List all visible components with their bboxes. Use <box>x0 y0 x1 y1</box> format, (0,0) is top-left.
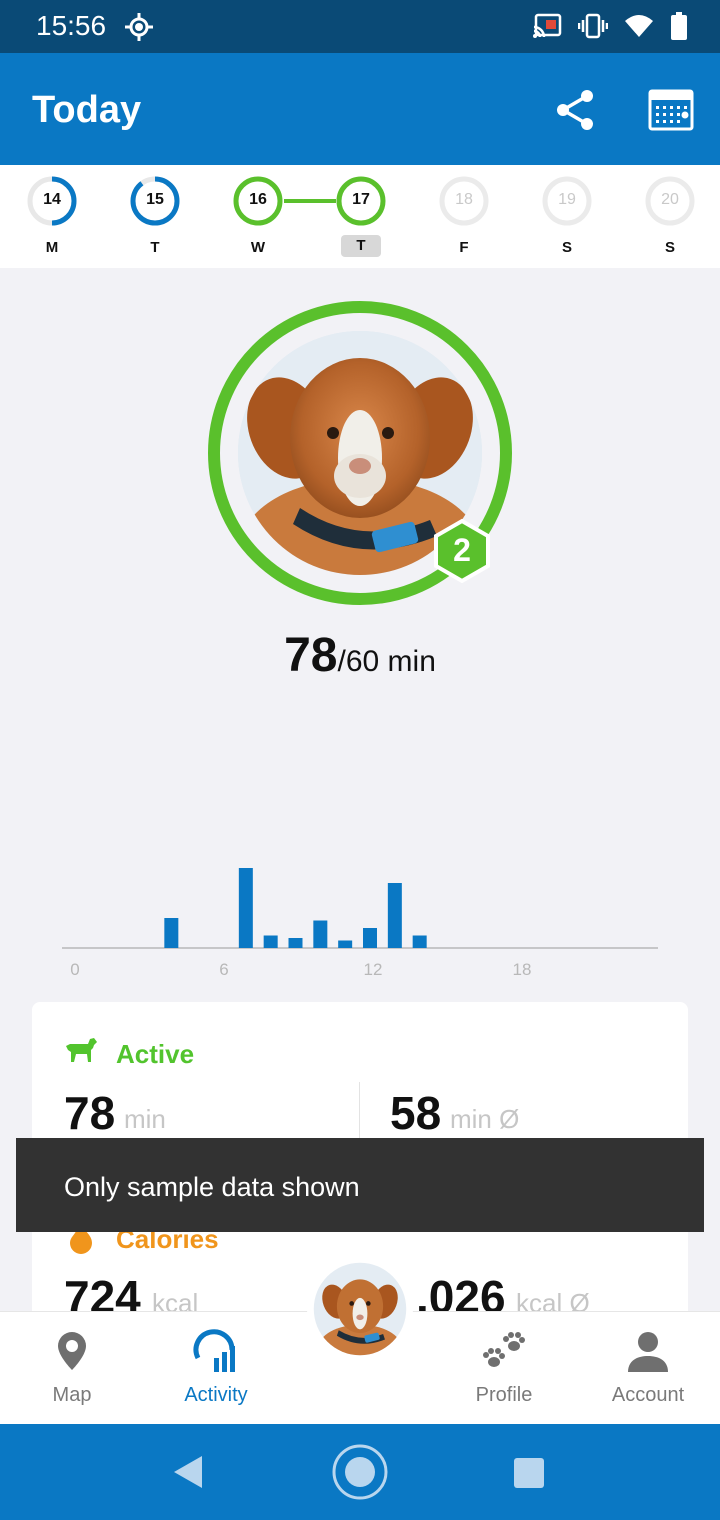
activity-bar <box>238 868 253 948</box>
person-icon <box>628 1332 668 1372</box>
day-number: 19 <box>558 191 576 208</box>
activity-bar <box>338 940 353 948</box>
day-18[interactable]: 18 F <box>434 173 494 265</box>
activity-bar <box>263 935 278 948</box>
day-number: 16 <box>249 191 267 208</box>
goal-progress-ring: 2 <box>208 301 512 605</box>
activity-bar <box>313 920 328 948</box>
activity-bar <box>363 928 377 948</box>
calendar-icon[interactable] <box>648 87 694 133</box>
day-19[interactable]: 19 S <box>537 173 597 265</box>
goal-target: /60 min <box>337 645 436 678</box>
day-20[interactable]: 20 S <box>640 173 700 265</box>
battery-icon <box>671 12 687 40</box>
app-bar: Today <box>0 53 720 165</box>
day-of-week: S <box>664 239 675 256</box>
x-tick-label: 6 <box>219 960 228 979</box>
dog-walking-icon <box>66 1038 97 1062</box>
day-of-week: T <box>150 239 160 256</box>
home-icon[interactable] <box>330 1442 390 1502</box>
dog-avatar-button[interactable] <box>307 1256 413 1362</box>
nav-activity[interactable]: Activity <box>146 1312 286 1425</box>
goal-value: 78 <box>284 629 338 682</box>
day-17[interactable]: 17 T <box>331 173 391 265</box>
day-of-week: F <box>459 239 469 256</box>
x-tick-label: 12 <box>364 960 383 979</box>
snackbar: Only sample data shown <box>16 1138 704 1232</box>
goal-minutes: 78/60 min <box>0 628 720 683</box>
day-of-week: W <box>250 239 266 256</box>
streak-badge-value: 2 <box>453 532 471 568</box>
nav-label: Profile <box>475 1384 533 1406</box>
day-number: 18 <box>455 191 473 208</box>
streak-connector <box>284 199 336 203</box>
active-value: 78 <box>64 1087 116 1139</box>
page-title: Today <box>32 89 142 131</box>
activity-bar <box>412 935 427 948</box>
activity-bar <box>164 918 179 948</box>
snackbar-text: Only sample data shown <box>64 1172 360 1202</box>
nav-account[interactable]: Account <box>578 1312 718 1425</box>
day-16[interactable]: 16 W <box>228 173 288 265</box>
x-tick-label: 18 <box>513 960 532 979</box>
day-14[interactable]: 14 M <box>22 173 82 265</box>
status-bar: 15:56 <box>0 0 720 53</box>
nav-label: Account <box>611 1384 685 1406</box>
activity-bar <box>387 883 402 948</box>
vibrate-icon <box>578 13 608 39</box>
system-nav-bar <box>0 1424 720 1520</box>
nav-label: Map <box>52 1384 92 1406</box>
day-number: 20 <box>661 191 679 208</box>
status-time: 15:56 <box>36 10 107 41</box>
active-avg-value: 58 <box>390 1087 442 1139</box>
location-icon <box>125 13 153 41</box>
wifi-icon <box>625 15 653 37</box>
paws-icon <box>483 1332 525 1367</box>
cast-icon <box>533 13 562 38</box>
activity-icon <box>193 1329 235 1372</box>
share-icon[interactable] <box>553 87 599 133</box>
day-number: 15 <box>146 191 164 208</box>
day-of-week-selected: T <box>341 235 381 257</box>
day-of-week: S <box>561 239 572 256</box>
x-tick-label: 0 <box>70 960 79 979</box>
active-unit: min <box>124 1104 166 1134</box>
activity-chart: 0 6 12 18 <box>62 868 658 979</box>
map-pin-icon <box>58 1332 86 1370</box>
back-icon[interactable] <box>170 1452 206 1492</box>
day-15[interactable]: 15 T <box>125 173 185 265</box>
nav-label: Activity <box>184 1384 248 1406</box>
day-number: 14 <box>43 191 61 208</box>
divider <box>359 1082 360 1142</box>
nav-profile[interactable]: Profile <box>434 1312 574 1425</box>
active-label: Active <box>116 1039 195 1069</box>
nav-map[interactable]: Map <box>2 1312 142 1425</box>
week-strip: 14 M 15 T 16 W 17 T 18 F 19 S 20 S <box>0 165 720 268</box>
active-avg-unit: min Ø <box>450 1104 520 1134</box>
day-number: 17 <box>352 191 370 208</box>
streak-badge: 2 <box>434 518 490 584</box>
recents-icon[interactable] <box>512 1456 546 1490</box>
day-of-week: M <box>45 239 59 256</box>
activity-bar <box>288 938 303 948</box>
